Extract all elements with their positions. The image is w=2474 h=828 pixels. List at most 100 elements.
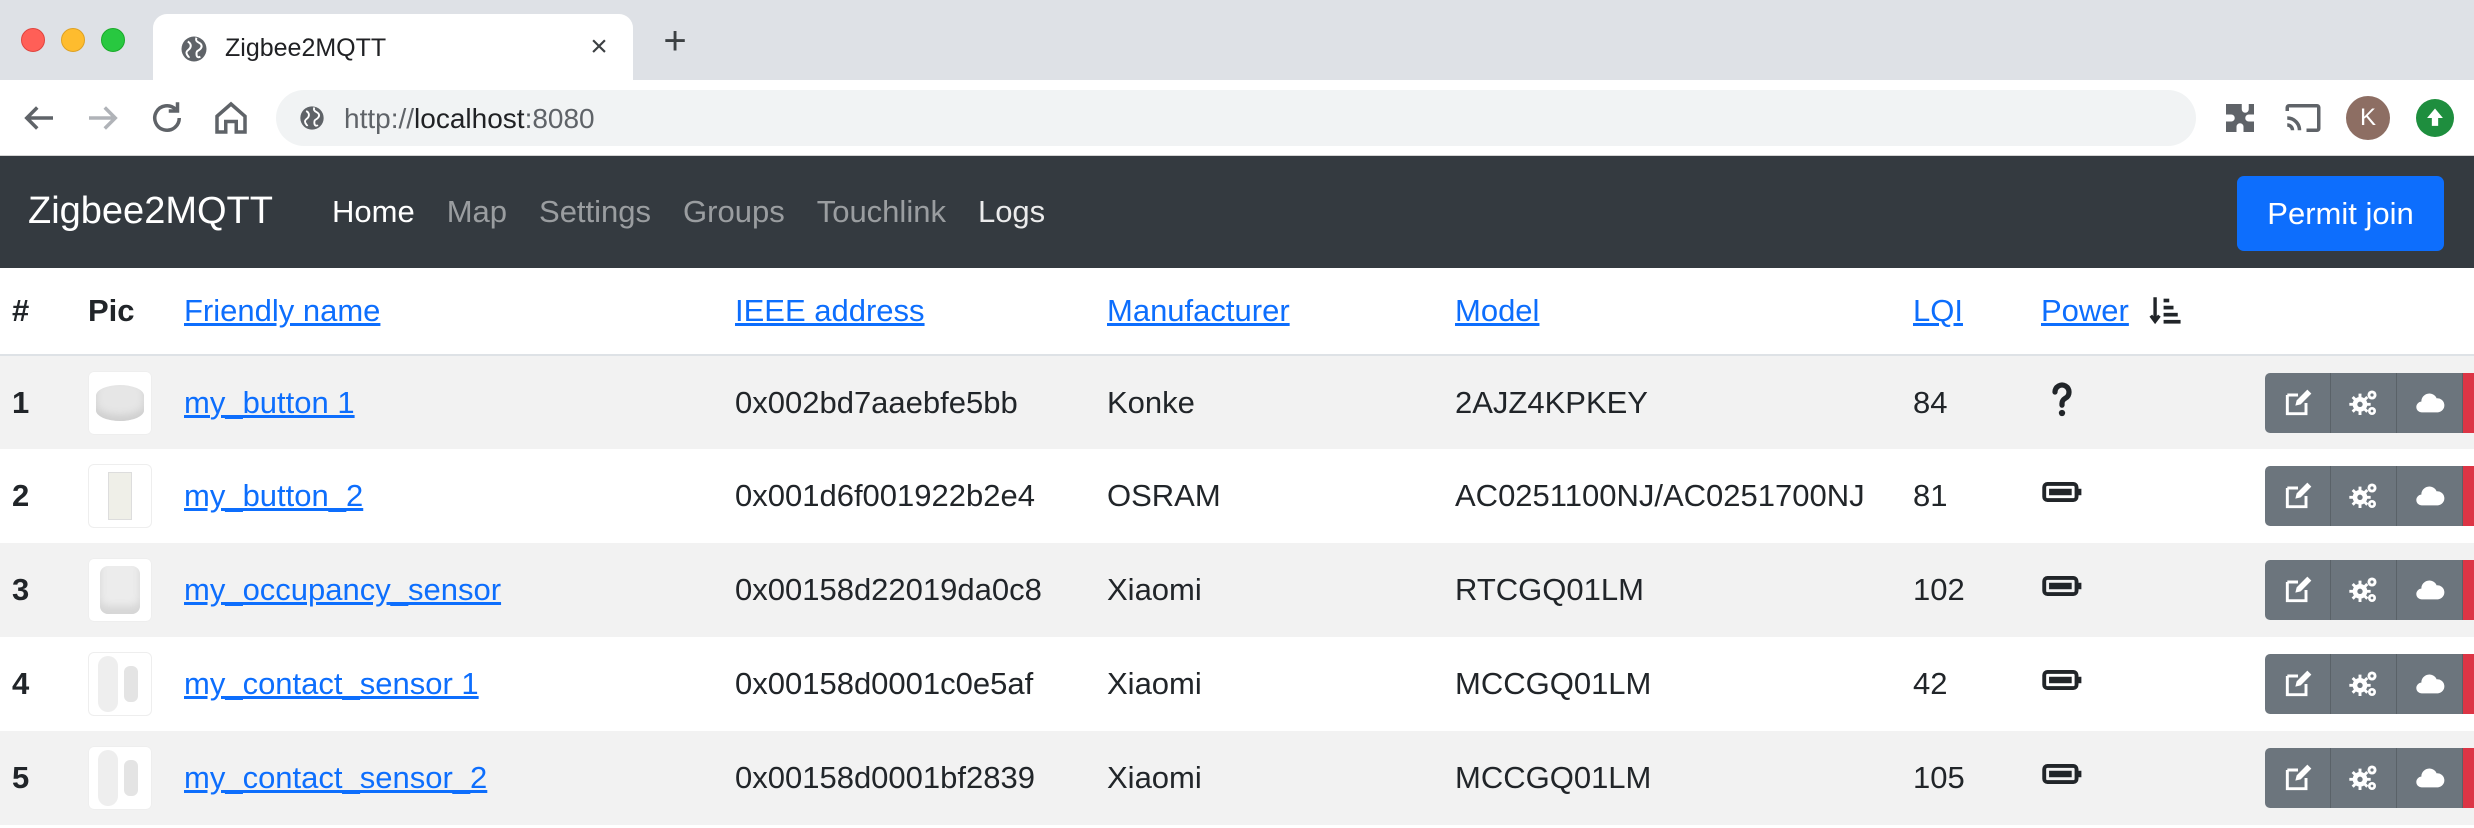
device-model: RTCGQ01LM bbox=[1455, 572, 1644, 607]
device-index: 4 bbox=[12, 666, 30, 701]
header-num: # bbox=[0, 268, 88, 356]
brand-logo[interactable]: Zigbee2MQTT bbox=[28, 190, 273, 233]
sort-lqi[interactable]: LQI bbox=[1913, 293, 1963, 328]
table-row: 3 my_occupancy_sensor 0x00158d22019da0c8… bbox=[0, 543, 2474, 637]
sort-ieee-address[interactable]: IEEE address bbox=[735, 293, 925, 328]
device-lqi: 81 bbox=[1913, 478, 1948, 513]
unknown-icon bbox=[2052, 381, 2072, 416]
cloud-icon bbox=[2415, 393, 2444, 412]
rename-button[interactable] bbox=[2265, 466, 2331, 526]
device-friendly-name-link[interactable]: my_button_2 bbox=[184, 478, 363, 513]
sort-manufacturer[interactable]: Manufacturer bbox=[1107, 293, 1290, 328]
site-info-icon[interactable] bbox=[298, 104, 326, 132]
ota-update-button[interactable] bbox=[2397, 560, 2463, 620]
nav-logs[interactable]: Logs bbox=[978, 194, 1045, 230]
device-friendly-name-link[interactable]: my_button 1 bbox=[184, 385, 355, 420]
gears-icon bbox=[2348, 389, 2377, 415]
permit-join-button[interactable]: Permit join bbox=[2237, 176, 2444, 251]
device-model: AC0251100NJ/AC0251700NJ bbox=[1455, 478, 1865, 513]
nav-touchlink[interactable]: Touchlink bbox=[817, 194, 946, 230]
rename-button[interactable] bbox=[2265, 560, 2331, 620]
sort-power[interactable]: Power bbox=[2041, 293, 2129, 328]
gears-icon bbox=[2348, 671, 2377, 696]
window-maximize-button[interactable] bbox=[101, 28, 125, 52]
device-picture bbox=[88, 464, 152, 528]
device-ieee-address: 0x00158d0001c0e5af bbox=[735, 666, 1034, 701]
sort-friendly-name[interactable]: Friendly name bbox=[184, 293, 380, 328]
nav-home[interactable]: Home bbox=[332, 194, 415, 230]
remove-device-button[interactable] bbox=[2463, 466, 2474, 526]
configure-button[interactable] bbox=[2331, 748, 2397, 808]
gears-icon bbox=[2348, 577, 2377, 602]
device-lqi: 42 bbox=[1913, 666, 1948, 701]
nav-groups[interactable]: Groups bbox=[683, 194, 785, 230]
device-ieee-address: 0x00158d22019da0c8 bbox=[735, 572, 1042, 607]
ota-update-button[interactable] bbox=[2397, 466, 2463, 526]
device-friendly-name-link[interactable]: my_contact_sensor 1 bbox=[184, 666, 479, 701]
app-navbar: Zigbee2MQTT Home Map Settings Groups Tou… bbox=[0, 156, 2474, 268]
rename-button[interactable] bbox=[2265, 748, 2331, 808]
nav-map[interactable]: Map bbox=[447, 194, 507, 230]
table-row: 1 my_button 1 0x002bd7aaebfe5bb Konke 2A… bbox=[0, 355, 2474, 449]
ota-update-button[interactable] bbox=[2397, 654, 2463, 714]
row-actions bbox=[2265, 748, 2474, 808]
device-index: 2 bbox=[12, 478, 30, 513]
battery-icon bbox=[2042, 763, 2082, 785]
address-bar[interactable]: http://localhost:8080 bbox=[276, 90, 2196, 146]
device-friendly-name-link[interactable]: my_occupancy_sensor bbox=[184, 572, 501, 607]
rename-button[interactable] bbox=[2265, 372, 2331, 433]
sort-amount-down-icon[interactable] bbox=[2148, 293, 2182, 327]
device-index: 5 bbox=[12, 760, 30, 795]
home-icon[interactable] bbox=[210, 97, 252, 139]
remove-device-button[interactable] bbox=[2463, 560, 2474, 620]
url-text: http://localhost:8080 bbox=[344, 103, 595, 135]
battery-icon bbox=[2042, 575, 2082, 597]
extensions-icon[interactable] bbox=[2219, 97, 2261, 139]
device-model: 2AJZ4KPKEY bbox=[1455, 384, 1648, 420]
device-index: 1 bbox=[12, 384, 30, 420]
nav-settings[interactable]: Settings bbox=[539, 194, 651, 230]
browser-toolbar: http://localhost:8080 K bbox=[0, 80, 2474, 156]
edit-icon bbox=[2285, 670, 2311, 697]
remove-device-button[interactable] bbox=[2463, 748, 2474, 808]
close-tab-icon[interactable]: × bbox=[583, 31, 615, 63]
window-minimize-button[interactable] bbox=[61, 28, 85, 52]
browser-tabstrip: Zigbee2MQTT × + bbox=[0, 0, 2474, 80]
device-ieee-address: 0x001d6f001922b2e4 bbox=[735, 478, 1035, 513]
window-close-button[interactable] bbox=[21, 28, 45, 52]
ota-update-button[interactable] bbox=[2397, 748, 2463, 808]
url-scheme: http:// bbox=[344, 103, 415, 134]
device-friendly-name-link[interactable]: my_contact_sensor_2 bbox=[184, 760, 487, 795]
forward-icon[interactable] bbox=[82, 97, 124, 139]
device-manufacturer: Xiaomi bbox=[1107, 572, 1202, 607]
configure-button[interactable] bbox=[2331, 560, 2397, 620]
profile-avatar[interactable]: K bbox=[2346, 96, 2390, 140]
device-manufacturer: Xiaomi bbox=[1107, 666, 1202, 701]
update-icon[interactable] bbox=[2416, 99, 2454, 137]
table-header-row: # Pic Friendly name IEEE address Manufac… bbox=[0, 268, 2474, 356]
nav-links: Home Map Settings Groups Touchlink Logs bbox=[332, 194, 1045, 230]
new-tab-icon[interactable]: + bbox=[655, 21, 695, 62]
remove-device-button[interactable] bbox=[2463, 654, 2474, 714]
cloud-icon bbox=[2415, 768, 2444, 788]
row-actions bbox=[2265, 560, 2474, 620]
device-lqi: 102 bbox=[1913, 572, 1965, 607]
ota-update-button[interactable] bbox=[2397, 372, 2463, 433]
sort-model[interactable]: Model bbox=[1455, 293, 1539, 328]
reload-icon[interactable] bbox=[146, 97, 188, 139]
back-icon[interactable] bbox=[18, 97, 60, 139]
device-model: MCCGQ01LM bbox=[1455, 666, 1652, 701]
device-picture bbox=[88, 746, 152, 810]
url-port: :8080 bbox=[524, 103, 595, 134]
configure-button[interactable] bbox=[2331, 372, 2397, 433]
cast-icon[interactable] bbox=[2282, 97, 2324, 139]
device-manufacturer: Xiaomi bbox=[1107, 760, 1202, 795]
configure-button[interactable] bbox=[2331, 466, 2397, 526]
remove-device-button[interactable] bbox=[2463, 372, 2474, 433]
configure-button[interactable] bbox=[2331, 654, 2397, 714]
cloud-icon bbox=[2415, 580, 2444, 600]
row-actions bbox=[2265, 654, 2474, 714]
rename-button[interactable] bbox=[2265, 654, 2331, 714]
battery-icon bbox=[2042, 669, 2082, 691]
browser-tab[interactable]: Zigbee2MQTT × bbox=[153, 14, 633, 80]
